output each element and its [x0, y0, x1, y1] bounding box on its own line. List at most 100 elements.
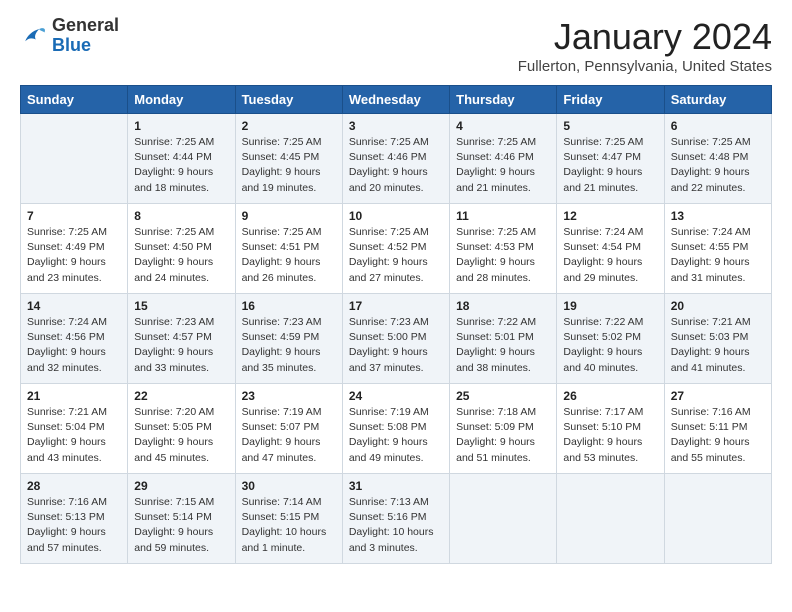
day-number: 30 [242, 479, 336, 493]
calendar-cell: 31 Sunrise: 7:13 AM Sunset: 5:16 PM Dayli… [342, 474, 449, 564]
day-number: 10 [349, 209, 443, 223]
day-info: Sunrise: 7:25 AM Sunset: 4:44 PM Dayligh… [134, 135, 228, 196]
day-number: 31 [349, 479, 443, 493]
day-info: Sunrise: 7:25 AM Sunset: 4:53 PM Dayligh… [456, 225, 550, 286]
day-number: 15 [134, 299, 228, 313]
day-number: 26 [563, 389, 657, 403]
day-number: 27 [671, 389, 765, 403]
page-header: General Blue January 2024 Fullerton, Pen… [20, 16, 772, 75]
day-number: 29 [134, 479, 228, 493]
day-info: Sunrise: 7:21 AM Sunset: 5:03 PM Dayligh… [671, 315, 765, 376]
day-number: 9 [242, 209, 336, 223]
calendar-body: 1 Sunrise: 7:25 AM Sunset: 4:44 PM Daylig… [21, 114, 772, 564]
weekday-header-row: SundayMondayTuesdayWednesdayThursdayFrid… [21, 86, 772, 114]
weekday-header-thursday: Thursday [450, 86, 557, 114]
day-number: 28 [27, 479, 121, 493]
calendar-cell: 21 Sunrise: 7:21 AM Sunset: 5:04 PM Dayli… [21, 384, 128, 474]
day-number: 23 [242, 389, 336, 403]
calendar-cell: 14Sunrise: 7:24 AM Sunset: 4:56 PM Dayli… [21, 294, 128, 384]
calendar-header: SundayMondayTuesdayWednesdayThursdayFrid… [21, 86, 772, 114]
calendar-cell: 4 Sunrise: 7:25 AM Sunset: 4:46 PM Daylig… [450, 114, 557, 204]
day-info: Sunrise: 7:23 AM Sunset: 4:57 PM Dayligh… [134, 315, 228, 376]
day-number: 2 [242, 119, 336, 133]
day-number: 17 [349, 299, 443, 313]
day-info: Sunrise: 7:24 AM Sunset: 4:55 PM Dayligh… [671, 225, 765, 286]
calendar-cell: 22 Sunrise: 7:20 AM Sunset: 5:05 PM Dayli… [128, 384, 235, 474]
day-info: Sunrise: 7:25 AM Sunset: 4:52 PM Dayligh… [349, 225, 443, 286]
calendar-cell: 27 Sunrise: 7:16 AM Sunset: 5:11 PM Dayli… [664, 384, 771, 474]
day-info: Sunrise: 7:25 AM Sunset: 4:50 PM Dayligh… [134, 225, 228, 286]
calendar-cell: 9 Sunrise: 7:25 AM Sunset: 4:51 PM Daylig… [235, 204, 342, 294]
day-number: 22 [134, 389, 228, 403]
calendar-cell: 11 Sunrise: 7:25 AM Sunset: 4:53 PM Dayli… [450, 204, 557, 294]
calendar-cell: 19Sunrise: 7:22 AM Sunset: 5:02 PM Dayli… [557, 294, 664, 384]
day-info: Sunrise: 7:25 AM Sunset: 4:46 PM Dayligh… [456, 135, 550, 196]
week-row-4: 21 Sunrise: 7:21 AM Sunset: 5:04 PM Dayli… [21, 384, 772, 474]
calendar-cell: 16 Sunrise: 7:23 AM Sunset: 4:59 PM Dayli… [235, 294, 342, 384]
day-info: Sunrise: 7:25 AM Sunset: 4:46 PM Dayligh… [349, 135, 443, 196]
calendar-cell: 18Sunrise: 7:22 AM Sunset: 5:01 PM Dayli… [450, 294, 557, 384]
week-row-1: 1 Sunrise: 7:25 AM Sunset: 4:44 PM Daylig… [21, 114, 772, 204]
calendar-cell: 23 Sunrise: 7:19 AM Sunset: 5:07 PM Dayli… [235, 384, 342, 474]
day-number: 11 [456, 209, 550, 223]
day-info: Sunrise: 7:19 AM Sunset: 5:08 PM Dayligh… [349, 405, 443, 466]
calendar-cell: 30 Sunrise: 7:14 AM Sunset: 5:15 PM Dayli… [235, 474, 342, 564]
day-info: Sunrise: 7:23 AM Sunset: 4:59 PM Dayligh… [242, 315, 336, 376]
day-info: Sunrise: 7:19 AM Sunset: 5:07 PM Dayligh… [242, 405, 336, 466]
day-info: Sunrise: 7:15 AM Sunset: 5:14 PM Dayligh… [134, 495, 228, 556]
calendar-cell: 26 Sunrise: 7:17 AM Sunset: 5:10 PM Dayli… [557, 384, 664, 474]
day-info: Sunrise: 7:20 AM Sunset: 5:05 PM Dayligh… [134, 405, 228, 466]
calendar-cell: 24Sunrise: 7:19 AM Sunset: 5:08 PM Dayli… [342, 384, 449, 474]
weekday-header-friday: Friday [557, 86, 664, 114]
day-info: Sunrise: 7:25 AM Sunset: 4:51 PM Dayligh… [242, 225, 336, 286]
day-number: 7 [27, 209, 121, 223]
calendar-cell: 3 Sunrise: 7:25 AM Sunset: 4:46 PM Daylig… [342, 114, 449, 204]
day-info: Sunrise: 7:13 AM Sunset: 5:16 PM Dayligh… [349, 495, 443, 556]
day-info: Sunrise: 7:17 AM Sunset: 5:10 PM Dayligh… [563, 405, 657, 466]
day-info: Sunrise: 7:14 AM Sunset: 5:15 PM Dayligh… [242, 495, 336, 556]
day-info: Sunrise: 7:25 AM Sunset: 4:48 PM Dayligh… [671, 135, 765, 196]
day-number: 6 [671, 119, 765, 133]
calendar-table: SundayMondayTuesdayWednesdayThursdayFrid… [20, 85, 772, 564]
calendar-cell: 17Sunrise: 7:23 AM Sunset: 5:00 PM Dayli… [342, 294, 449, 384]
day-info: Sunrise: 7:22 AM Sunset: 5:01 PM Dayligh… [456, 315, 550, 376]
day-info: Sunrise: 7:16 AM Sunset: 5:13 PM Dayligh… [27, 495, 121, 556]
logo-text: General Blue [52, 16, 119, 56]
day-info: Sunrise: 7:25 AM Sunset: 4:45 PM Dayligh… [242, 135, 336, 196]
month-title: January 2024 [518, 16, 772, 58]
weekday-header-monday: Monday [128, 86, 235, 114]
day-info: Sunrise: 7:25 AM Sunset: 4:47 PM Dayligh… [563, 135, 657, 196]
calendar-cell: 12Sunrise: 7:24 AM Sunset: 4:54 PM Dayli… [557, 204, 664, 294]
calendar-cell: 25 Sunrise: 7:18 AM Sunset: 5:09 PM Dayli… [450, 384, 557, 474]
logo-blue: Blue [52, 35, 91, 55]
day-info: Sunrise: 7:25 AM Sunset: 4:49 PM Dayligh… [27, 225, 121, 286]
day-number: 21 [27, 389, 121, 403]
calendar-cell [21, 114, 128, 204]
day-number: 1 [134, 119, 228, 133]
calendar-cell: 13 Sunrise: 7:24 AM Sunset: 4:55 PM Dayli… [664, 204, 771, 294]
calendar-cell: 15 Sunrise: 7:23 AM Sunset: 4:57 PM Dayli… [128, 294, 235, 384]
calendar-cell [664, 474, 771, 564]
week-row-3: 14Sunrise: 7:24 AM Sunset: 4:56 PM Dayli… [21, 294, 772, 384]
calendar-cell: 6 Sunrise: 7:25 AM Sunset: 4:48 PM Daylig… [664, 114, 771, 204]
location-text: Fullerton, Pennsylvania, United States [518, 58, 772, 75]
day-number: 4 [456, 119, 550, 133]
calendar-cell: 8 Sunrise: 7:25 AM Sunset: 4:50 PM Daylig… [128, 204, 235, 294]
day-info: Sunrise: 7:16 AM Sunset: 5:11 PM Dayligh… [671, 405, 765, 466]
weekday-header-saturday: Saturday [664, 86, 771, 114]
day-number: 8 [134, 209, 228, 223]
day-info: Sunrise: 7:18 AM Sunset: 5:09 PM Dayligh… [456, 405, 550, 466]
calendar-cell: 29 Sunrise: 7:15 AM Sunset: 5:14 PM Dayli… [128, 474, 235, 564]
day-number: 25 [456, 389, 550, 403]
calendar-cell: 20Sunrise: 7:21 AM Sunset: 5:03 PM Dayli… [664, 294, 771, 384]
weekday-header-tuesday: Tuesday [235, 86, 342, 114]
logo: General Blue [20, 16, 119, 56]
calendar-cell: 2 Sunrise: 7:25 AM Sunset: 4:45 PM Daylig… [235, 114, 342, 204]
calendar-cell [557, 474, 664, 564]
calendar-cell [450, 474, 557, 564]
day-info: Sunrise: 7:22 AM Sunset: 5:02 PM Dayligh… [563, 315, 657, 376]
day-info: Sunrise: 7:21 AM Sunset: 5:04 PM Dayligh… [27, 405, 121, 466]
day-number: 16 [242, 299, 336, 313]
day-number: 13 [671, 209, 765, 223]
day-number: 3 [349, 119, 443, 133]
